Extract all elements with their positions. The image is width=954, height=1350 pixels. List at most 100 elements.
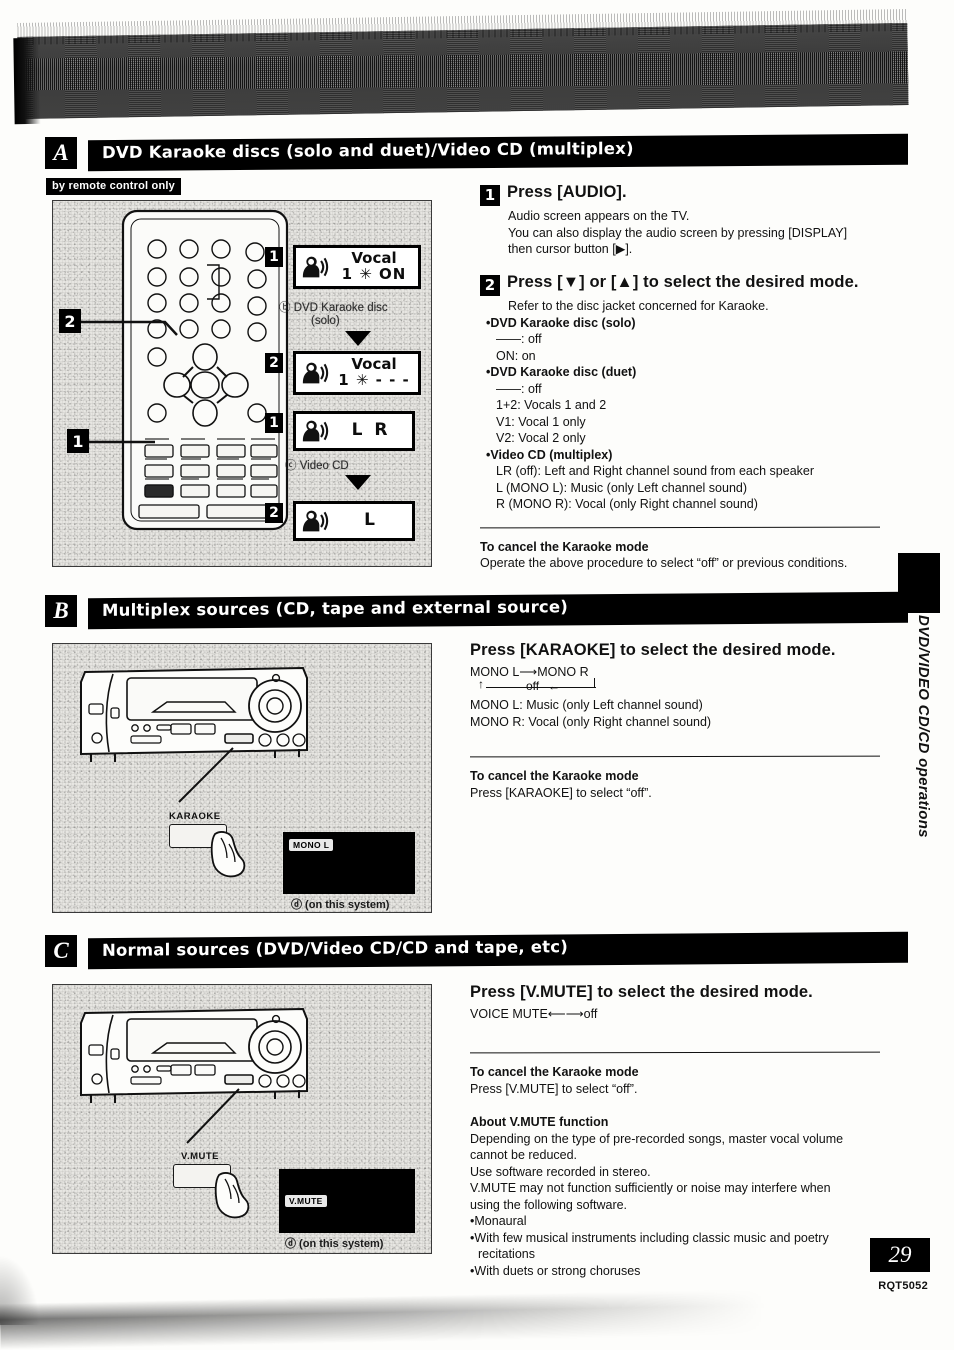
mode-group-title-solo: •DVD Karaoke disc (solo) xyxy=(486,315,636,330)
display-line-2: 1 ✳ - - - xyxy=(338,371,410,389)
about-vmute-line-3: Use software recorded in stereo. xyxy=(470,1164,651,1179)
section-b-text: Press [KARAOKE] to select the desired mo… xyxy=(469,640,881,801)
arrow-down-icon-a2 xyxy=(345,475,371,490)
about-vmute-heading: About V.MUTE function xyxy=(470,1115,609,1130)
mono-l-indicator: MONO L xyxy=(289,839,334,851)
display-text-group: Vocal 1 ✳ - - - xyxy=(330,357,418,388)
cycle-loop-line-right xyxy=(560,687,596,689)
about-vmute-bullet-2-text: With few musical instruments including c… xyxy=(474,1230,829,1245)
section-a-cancel-body: Operate the above procedure to select “o… xyxy=(480,556,848,571)
display-step-num-1: 1 xyxy=(265,247,283,267)
section-b-heading: Press [KARAOKE] to select the desired mo… xyxy=(470,641,836,659)
section-b-cycle-top: MONO L⟶MONO R xyxy=(470,664,589,679)
section-b-illustration-caption: ⓓ (on this system) xyxy=(291,899,390,911)
display-line-2: 1 ✳ ON xyxy=(341,265,407,283)
section-b-banner: B Multiplex sources (CD, tape and extern… xyxy=(46,591,908,630)
display-panel-lr: L R xyxy=(293,411,415,451)
page-number: 29 xyxy=(870,1238,930,1272)
part-number: RQT5052 xyxy=(878,1280,928,1292)
step-1-line-2: You can also display the audio screen by… xyxy=(508,225,848,240)
section-a-cancel-heading: To cancel the Karaoke mode xyxy=(480,539,649,554)
vmute-indicator: V.MUTE xyxy=(285,1195,327,1207)
remote-callout-1: 1 xyxy=(67,429,89,453)
mode-group-title-duet-text: DVD Karaoke disc (duet) xyxy=(490,365,637,380)
singer-icon xyxy=(302,256,329,278)
section-b-title: Multiplex sources (CD, tape and external… xyxy=(102,597,569,620)
step-badge-2: 2 xyxy=(480,275,500,297)
display-step-num-2: 2 xyxy=(265,353,283,373)
section-c-text: Press [V.MUTE] to select the desired mod… xyxy=(469,982,881,1279)
section-b: B Multiplex sources (CD, tape and extern… xyxy=(46,591,908,630)
display-text-group: L R xyxy=(330,421,412,440)
section-b-cancel-heading: To cancel the Karaoke mode xyxy=(470,769,639,784)
step-2-intro: Refer to the disc jacket concerned for K… xyxy=(508,299,769,314)
singer-icon xyxy=(302,362,329,384)
mode-item-solo-off: ——: off xyxy=(496,332,542,347)
about-vmute-bullet-1: •Monaural xyxy=(470,1214,527,1229)
section-b-item-mono-r: MONO R: Vocal (only Right channel sound) xyxy=(470,714,712,729)
mode-item-duet-1plus2: 1+2: Vocals 1 and 2 xyxy=(496,398,607,413)
step-1-line-1: Audio screen appears on the TV. xyxy=(508,209,690,224)
section-a-banner: A DVD Karaoke discs (solo and duet)/Vide… xyxy=(46,133,908,172)
mode-item-duet-v1: V1: Vocal 1 only xyxy=(496,414,586,429)
badge-remote-control-only: by remote control only xyxy=(46,178,181,195)
about-vmute-line-5: using the following software. xyxy=(470,1197,628,1212)
singer-icon xyxy=(302,420,329,442)
display-caption-solo: (solo) xyxy=(311,315,340,327)
step-1-line-3: then cursor button [▶]. xyxy=(508,242,633,257)
mode-group-title-duet: •DVD Karaoke disc (duet) xyxy=(486,365,637,380)
step-1-heading: 1 Press [AUDIO]. xyxy=(480,182,880,207)
section-c-banner: C Normal sources (DVD/Video CD/CD and ta… xyxy=(46,931,908,970)
section-c-divider xyxy=(469,1051,881,1054)
section-a-text: 1 Press [AUDIO]. Audio screen appears on … xyxy=(479,182,881,572)
unit-display-panel-c: V.MUTE xyxy=(279,1169,415,1233)
display-panel-vocal-on: Vocal 1 ✳ ON xyxy=(293,245,421,289)
section-b-illustration: KARAOKE MONO L ⓓ (on this system) xyxy=(52,643,432,913)
section-b-cycle-loop: ↑ off ← xyxy=(470,677,880,697)
section-c-cycle: VOICE MUTE⟵⟶off xyxy=(470,1006,598,1021)
display-panel-l: L xyxy=(293,501,415,541)
cycle-loop-arrow-left-icon: ← xyxy=(548,679,560,694)
section-a: A DVD Karaoke discs (solo and duet)/Vide… xyxy=(46,133,908,172)
mode-item-solo-on: ON: on xyxy=(496,348,536,363)
display-caption-dvd-karaoke: ⓑ DVD Karaoke disc xyxy=(279,302,388,314)
mode-item-duet-v2: V2: Vocal 2 only xyxy=(496,431,586,446)
mode-item-videocd-r: R (MONO R): Vocal (only Right channel so… xyxy=(496,497,758,512)
section-c: C Normal sources (DVD/Video CD/CD and ta… xyxy=(46,931,908,970)
section-c-letter: C xyxy=(46,936,76,966)
step-2-heading: 2 Press [▼] or [▲] to select the desired … xyxy=(480,272,880,297)
karaoke-button-label: KARAOKE xyxy=(169,811,221,822)
pressing-hand-icon xyxy=(214,1172,250,1219)
step-badge-1: 1 xyxy=(480,185,500,207)
mode-group-title-solo-text: DVD Karaoke disc (solo) xyxy=(490,315,636,330)
cycle-loop-tick xyxy=(594,678,595,689)
mode-item-videocd-l: L (MONO L): Music (only Left channel sou… xyxy=(496,480,748,495)
step-1-heading-text: Press [AUDIO]. xyxy=(507,183,627,201)
about-vmute-bullet-1-text: Monaural xyxy=(474,1214,527,1229)
display-step-num-3: 1 xyxy=(265,413,283,433)
display-text-group: Vocal 1 ✳ ON xyxy=(330,251,418,282)
arrow-down-icon-a1 xyxy=(345,331,371,346)
about-vmute-line-4: V.MUTE may not function sufficiently or … xyxy=(470,1181,831,1196)
remote-callout-2: 2 xyxy=(59,309,81,333)
section-b-cancel-body: Press [KARAOKE] to select “off”. xyxy=(470,785,652,800)
section-b-cycle-bottom: off xyxy=(526,679,540,694)
section-c-cancel-heading: To cancel the Karaoke mode xyxy=(470,1065,639,1080)
section-b-letter: B xyxy=(46,596,76,626)
display-caption-video-cd: ⓒ Video CD xyxy=(285,460,349,472)
remote-callout-1-leader xyxy=(89,440,155,444)
about-vmute-line-2: cannot be reduced. xyxy=(470,1148,578,1163)
section-c-illustration-caption: ⓓ (on this system) xyxy=(285,1238,384,1250)
singer-icon xyxy=(302,510,329,532)
mode-group-title-videocd: •Video CD (multiplex) xyxy=(486,447,613,462)
cycle-loop-arrow-up-icon: ↑ xyxy=(478,677,484,692)
section-a-letter: A xyxy=(46,138,76,168)
mode-group-title-videocd-text: Video CD (multiplex) xyxy=(490,447,613,462)
about-vmute-bullet-3: •With duets or strong choruses xyxy=(470,1263,641,1278)
display-panel-vocal-off: Vocal 1 ✳ - - - xyxy=(293,351,421,395)
vmute-button-label: V.MUTE xyxy=(181,1151,220,1162)
section-b-leader-line xyxy=(178,747,234,803)
side-tab-block xyxy=(898,553,940,613)
manual-page: A DVD Karaoke discs (solo and duet)/Vide… xyxy=(0,0,954,1349)
display-step-num-4: 2 xyxy=(265,503,283,523)
